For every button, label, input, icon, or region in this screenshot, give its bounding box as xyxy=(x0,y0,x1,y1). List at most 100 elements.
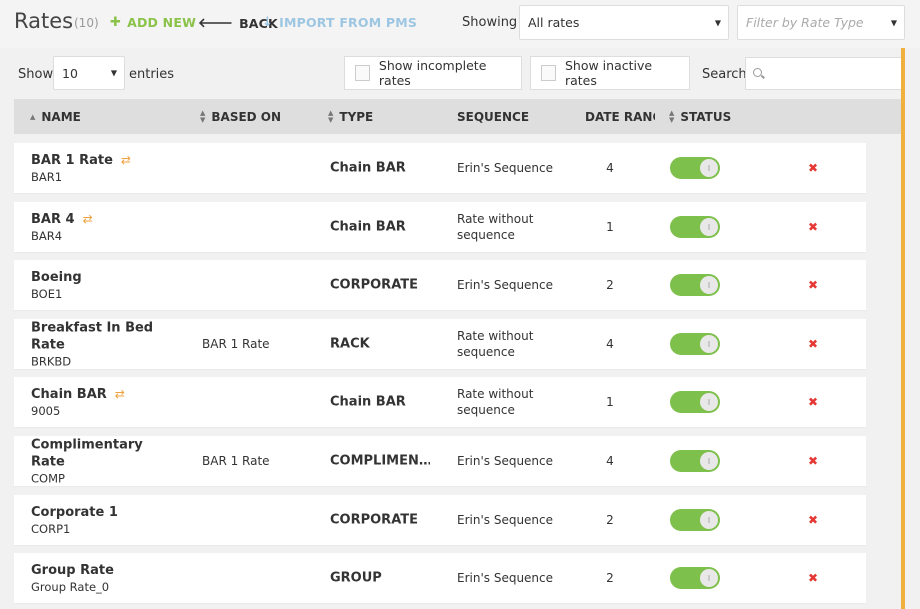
search-icon xyxy=(753,68,762,77)
rate-name-line: Group Rate xyxy=(31,562,181,579)
rate-name[interactable]: Breakfast In Bed Rate xyxy=(31,320,181,354)
rate-name-cell: BAR 1 Rate ⇄ BAR1 xyxy=(31,152,181,184)
toggle-knob xyxy=(700,159,718,177)
based-on-cell: BAR 1 Rate xyxy=(202,454,270,468)
table-row[interactable]: Corporate 1 CORP1 CORPORATE Erin's Sequence… xyxy=(14,495,866,545)
status-toggle[interactable] xyxy=(670,509,720,531)
close-icon[interactable]: ✖ xyxy=(808,161,818,175)
rate-name-line: Corporate 1 xyxy=(31,504,181,521)
column-header-name-label: NAME xyxy=(41,110,81,124)
column-header-sequence-label: SEQUENCE xyxy=(457,110,530,124)
table-row[interactable]: BAR 1 Rate ⇄ BAR1 Chain BAR Erin's Sequence 4… xyxy=(14,143,866,193)
checkbox-icon[interactable] xyxy=(355,65,370,81)
date-range-cell: 2 xyxy=(606,571,614,585)
close-icon[interactable]: ✖ xyxy=(808,454,818,468)
import-from-pms-button[interactable]: ↓ IMPORT FROM PMS xyxy=(262,15,417,30)
sort-asc-icon: ▲ xyxy=(30,112,36,121)
sequence-cell: Rate without sequence xyxy=(457,387,534,417)
entries-select[interactable]: 10 ▼ xyxy=(53,56,125,90)
column-header-status-label: STATUS xyxy=(680,110,732,124)
table-row[interactable]: Breakfast In Bed Rate BRKBD BAR 1 Rate RACK… xyxy=(14,319,866,369)
table-header: ▲ NAME ▲ ▼ BASED ON ▲ ▼ TYPE SEQUENCE DATE… xyxy=(14,99,901,134)
type-cell: Chain BAR xyxy=(330,160,406,176)
toggle-knob xyxy=(700,511,718,529)
rate-name-cell: BAR 4 ⇄ BAR4 xyxy=(31,211,181,243)
column-header-sequence: SEQUENCE xyxy=(457,110,529,124)
swap-icon: ⇄ xyxy=(82,212,93,226)
rate-code: BAR4 xyxy=(31,229,63,243)
status-toggle[interactable] xyxy=(670,333,720,355)
plus-icon: ✚ xyxy=(110,15,122,30)
column-header-type[interactable]: ▲ ▼ TYPE xyxy=(328,109,373,125)
status-toggle[interactable] xyxy=(670,157,720,179)
swap-icon: ⇄ xyxy=(114,387,125,401)
type-cell: GROUP xyxy=(330,570,382,586)
page-title: Rates xyxy=(14,9,74,33)
rate-code: CORP1 xyxy=(31,522,71,536)
close-icon[interactable]: ✖ xyxy=(808,395,818,409)
arrow-left-icon: 🡐 xyxy=(198,16,234,31)
swap-icon: ⇄ xyxy=(120,153,131,167)
type-cell: CORPORATE xyxy=(330,512,418,528)
checkbox-icon[interactable] xyxy=(541,65,556,81)
rate-name-line: Boeing xyxy=(31,269,181,286)
status-toggle[interactable] xyxy=(670,391,720,413)
toggle-knob xyxy=(700,335,718,353)
sequence-cell: Erin's Sequence xyxy=(457,161,554,175)
rate-name[interactable]: Boeing xyxy=(31,269,82,286)
table-row[interactable]: Complimentary Rate COMP BAR 1 Rate COMPLIME… xyxy=(14,436,866,486)
table-row[interactable]: Boeing BOE1 CORPORATE Erin's Sequence 2 ✖ xyxy=(14,260,866,310)
show-inactive-rates-toggle[interactable]: Show inactive rates xyxy=(530,56,690,90)
toggle-knob xyxy=(700,276,718,294)
rate-name-cell: Boeing BOE1 xyxy=(31,269,181,301)
date-range-cell: 2 xyxy=(606,513,614,527)
toggle-knob xyxy=(700,393,718,411)
rate-name[interactable]: Chain BAR xyxy=(31,386,107,403)
sequence-cell: Erin's Sequence xyxy=(457,278,554,292)
rate-name-line: Complimentary Rate xyxy=(31,437,181,471)
import-label: IMPORT FROM PMS xyxy=(279,15,418,30)
top-bar: Rates (10) ✚ ADD NEW 🡐 BACK ↓ IMPORT FRO… xyxy=(0,0,920,48)
rate-name[interactable]: Corporate 1 xyxy=(31,504,118,521)
table-row[interactable]: Chain BAR ⇄ 9005 Chain BAR Rate without sequ… xyxy=(14,377,866,427)
column-header-status[interactable]: ▲ ▼ STATUS xyxy=(669,110,732,125)
table-row[interactable]: Group Rate Group Rate_0 GROUP Erin's Sequen… xyxy=(14,553,866,603)
sequence-cell: Rate without sequence xyxy=(457,212,534,242)
column-header-name[interactable]: ▲ NAME xyxy=(30,110,81,124)
date-range-cell: 2 xyxy=(606,278,614,292)
type-cell: Chain BAR xyxy=(330,219,406,235)
column-header-date-range-label: DATE RANGE xyxy=(585,110,655,124)
rate-code: Group Rate_0 xyxy=(31,580,110,594)
column-header-based-on[interactable]: ▲ ▼ BASED ON xyxy=(200,110,281,125)
close-icon[interactable]: ✖ xyxy=(808,220,818,234)
toggle-knob xyxy=(700,569,718,587)
rate-name-cell: Chain BAR ⇄ 9005 xyxy=(31,386,181,418)
status-toggle[interactable] xyxy=(670,567,720,589)
search-input[interactable] xyxy=(745,57,905,90)
close-icon[interactable]: ✖ xyxy=(808,513,818,527)
rate-name-cell: Breakfast In Bed Rate BRKBD xyxy=(31,320,181,369)
close-icon[interactable]: ✖ xyxy=(808,571,818,585)
table-row[interactable]: BAR 4 ⇄ BAR4 Chain BAR Rate without sequence… xyxy=(14,202,866,252)
add-new-label: ADD NEW xyxy=(127,15,197,30)
status-toggle[interactable] xyxy=(670,450,720,472)
sort-icon: ▲ ▼ xyxy=(328,109,334,124)
rate-code: BOE1 xyxy=(31,287,63,301)
rate-code: 9005 xyxy=(31,404,61,418)
rate-type-filter-select[interactable]: Filter by Rate Type ▼ xyxy=(737,5,905,40)
rate-name[interactable]: BAR 1 Rate xyxy=(31,152,113,169)
entries-label: entries xyxy=(129,67,175,82)
showing-select[interactable]: All rates ▼ xyxy=(519,5,729,40)
sequence-cell: Erin's Sequence xyxy=(457,454,554,468)
status-toggle[interactable] xyxy=(670,274,720,296)
rate-name-cell: Corporate 1 CORP1 xyxy=(31,504,181,536)
rate-name[interactable]: BAR 4 xyxy=(31,211,75,228)
add-new-button[interactable]: ✚ ADD NEW xyxy=(110,15,196,30)
rate-name[interactable]: Complimentary Rate xyxy=(31,437,181,471)
show-incomplete-rates-toggle[interactable]: Show incomplete rates xyxy=(344,56,522,90)
scrollbar[interactable] xyxy=(901,48,905,609)
status-toggle[interactable] xyxy=(670,216,720,238)
rate-name[interactable]: Group Rate xyxy=(31,562,114,579)
close-icon[interactable]: ✖ xyxy=(808,337,818,351)
close-icon[interactable]: ✖ xyxy=(808,278,818,292)
